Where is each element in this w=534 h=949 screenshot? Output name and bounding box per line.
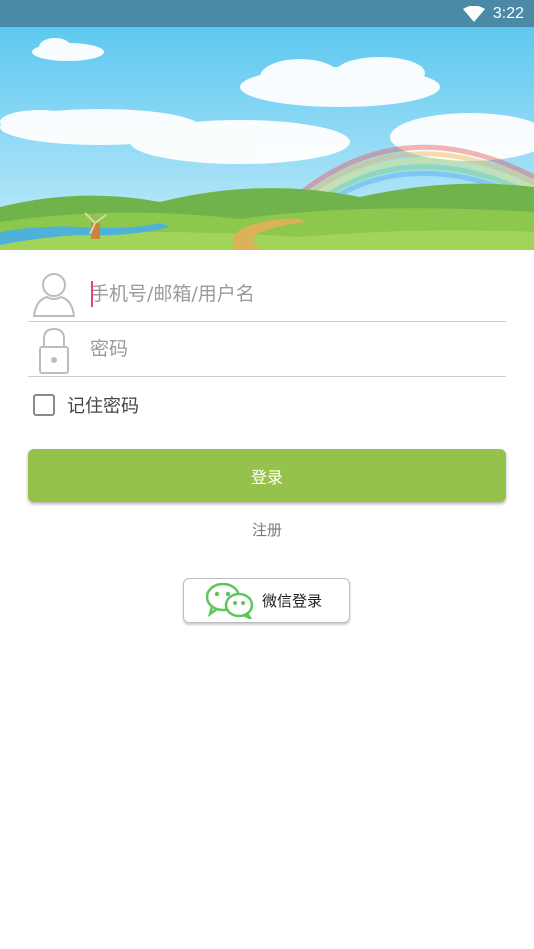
login-button[interactable]: 登录 bbox=[28, 449, 506, 502]
wechat-icon bbox=[206, 582, 254, 619]
register-link[interactable]: 注册 bbox=[0, 519, 534, 540]
status-time: 3:22 bbox=[492, 4, 524, 22]
user-icon bbox=[32, 273, 76, 317]
remember-password-checkbox[interactable] bbox=[33, 394, 55, 416]
landscape-illustration bbox=[0, 27, 534, 250]
text-cursor bbox=[91, 281, 93, 307]
wifi-icon bbox=[462, 5, 485, 22]
password-field bbox=[28, 323, 506, 377]
lock-icon bbox=[39, 327, 69, 374]
wechat-login-label: 微信登录 bbox=[262, 592, 323, 610]
remember-password-row[interactable]: 记住密码 bbox=[33, 392, 139, 418]
username-field bbox=[28, 268, 506, 322]
remember-password-label[interactable]: 记住密码 bbox=[67, 392, 139, 418]
status-bar: 3:22 bbox=[0, 0, 534, 27]
wechat-login-button[interactable]: 微信登录 bbox=[183, 578, 350, 623]
password-input[interactable] bbox=[90, 331, 490, 367]
username-input[interactable] bbox=[90, 276, 490, 312]
header-banner bbox=[0, 27, 534, 250]
